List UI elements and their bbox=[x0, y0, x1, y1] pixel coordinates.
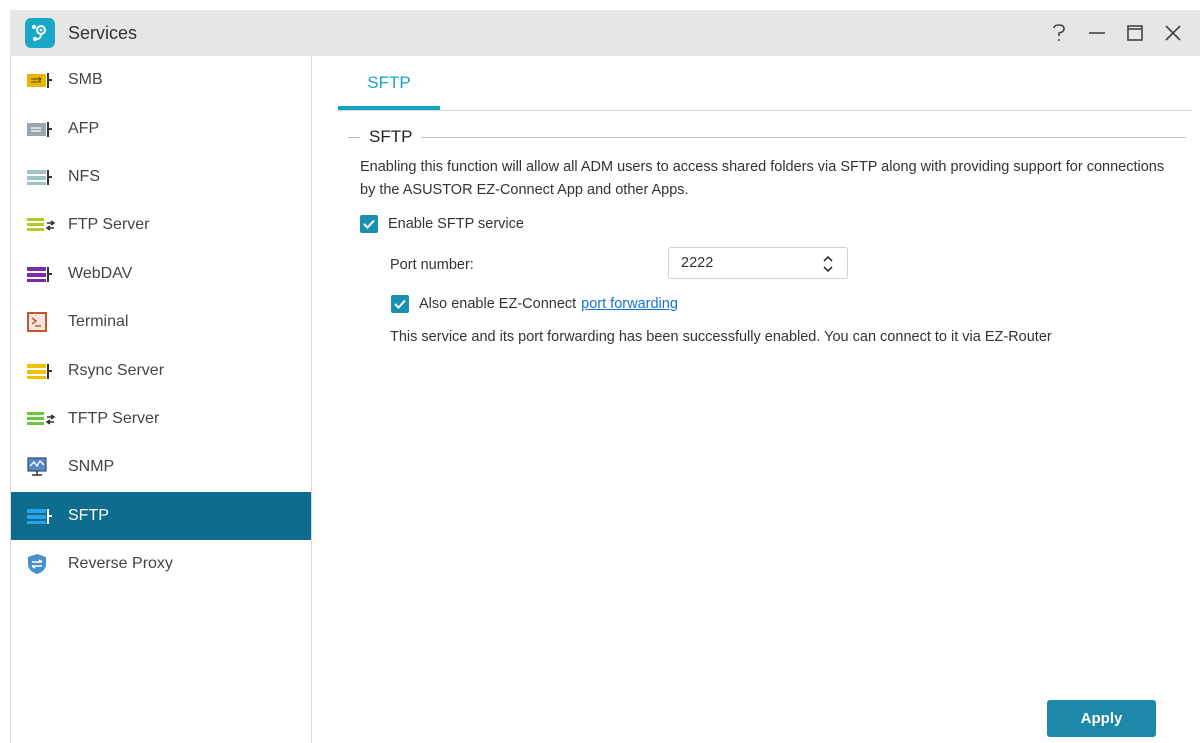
reverse-proxy-icon bbox=[26, 553, 58, 575]
tab-sftp[interactable]: SFTP bbox=[338, 56, 440, 110]
spinner-arrows-icon[interactable] bbox=[821, 252, 835, 276]
title-bar: Services bbox=[10, 10, 1200, 56]
sidebar-item-sftp[interactable]: SFTP bbox=[11, 491, 311, 540]
ezconnect-checkbox[interactable] bbox=[391, 295, 409, 313]
webdav-icon bbox=[26, 263, 58, 285]
sidebar-item-terminal[interactable]: Terminal bbox=[11, 298, 311, 346]
section-title: SFTP bbox=[369, 127, 413, 146]
sidebar-item-smb[interactable]: SMB bbox=[11, 56, 311, 104]
smb-icon bbox=[26, 69, 58, 91]
enable-sftp-checkbox[interactable] bbox=[360, 215, 378, 233]
checkmark-icon bbox=[394, 299, 406, 309]
sidebar-item-label: AFP bbox=[68, 119, 100, 137]
close-icon[interactable] bbox=[1154, 13, 1192, 53]
services-sidebar: SMB AFP NFS FTP Server WebDAV Terminal R… bbox=[10, 56, 312, 743]
sidebar-item-label: NFS bbox=[68, 167, 100, 185]
section-divider bbox=[421, 136, 1186, 138]
section-description: Enabling this function will allow all AD… bbox=[360, 159, 1165, 198]
port-forwarding-link[interactable]: port forwarding bbox=[581, 296, 678, 312]
port-number-input[interactable] bbox=[679, 254, 813, 272]
nfs-icon bbox=[26, 166, 58, 188]
port-number-label: Port number: bbox=[390, 257, 474, 273]
sidebar-item-label: SMB bbox=[68, 71, 103, 89]
tab-bar: SFTP bbox=[338, 56, 1192, 111]
sidebar-item-label: Terminal bbox=[68, 313, 129, 331]
sidebar-item-label: Reverse Proxy bbox=[68, 555, 173, 573]
sidebar-item-label: SNMP bbox=[68, 458, 115, 476]
apply-button[interactable]: Apply bbox=[1047, 700, 1156, 737]
snmp-icon bbox=[26, 456, 58, 478]
rsync-server-icon bbox=[26, 360, 58, 382]
ezconnect-label: Also enable EZ-Connect bbox=[419, 296, 577, 312]
enable-sftp-row: Enable SFTP service bbox=[360, 215, 524, 233]
sidebar-item-nfs[interactable]: NFS bbox=[11, 153, 311, 201]
sidebar-item-rsync-server[interactable]: Rsync Server bbox=[11, 346, 311, 394]
ezconnect-row: Also enable EZ-Connect port forwarding bbox=[391, 295, 678, 313]
maximize-icon[interactable] bbox=[1116, 13, 1154, 53]
sidebar-item-afp[interactable]: AFP bbox=[11, 104, 311, 152]
afp-icon bbox=[26, 118, 58, 140]
help-icon[interactable] bbox=[1040, 13, 1078, 53]
terminal-icon bbox=[26, 311, 58, 333]
services-app-icon bbox=[25, 18, 55, 48]
port-number-stepper bbox=[668, 247, 848, 279]
sidebar-item-ftp-server[interactable]: FTP Server bbox=[11, 201, 311, 249]
sidebar-item-reverse-proxy[interactable]: Reverse Proxy bbox=[11, 540, 311, 588]
sidebar-item-label: FTP Server bbox=[68, 216, 150, 234]
checkmark-icon bbox=[363, 219, 375, 229]
sidebar-item-label: Rsync Server bbox=[68, 361, 165, 379]
window-title: Services bbox=[68, 22, 138, 43]
section-header: SFTP bbox=[348, 126, 1186, 148]
sftp-icon bbox=[26, 505, 58, 527]
minimize-icon[interactable] bbox=[1078, 13, 1116, 53]
tftp-server-icon bbox=[26, 408, 58, 430]
enable-sftp-label: Enable SFTP service bbox=[388, 216, 524, 232]
status-message: This service and its port forwarding has… bbox=[390, 329, 1052, 345]
main-panel: SFTP SFTP Enabling this function will al… bbox=[312, 56, 1200, 743]
section-dash bbox=[348, 136, 360, 138]
sidebar-item-webdav[interactable]: WebDAV bbox=[11, 250, 311, 298]
sidebar-item-tftp-server[interactable]: TFTP Server bbox=[11, 395, 311, 443]
sidebar-item-label: WebDAV bbox=[68, 264, 133, 282]
sidebar-item-label: SFTP bbox=[68, 506, 109, 524]
sidebar-item-snmp[interactable]: SNMP bbox=[11, 443, 311, 491]
sidebar-item-label: TFTP Server bbox=[68, 409, 160, 427]
ftp-server-icon bbox=[26, 214, 58, 236]
